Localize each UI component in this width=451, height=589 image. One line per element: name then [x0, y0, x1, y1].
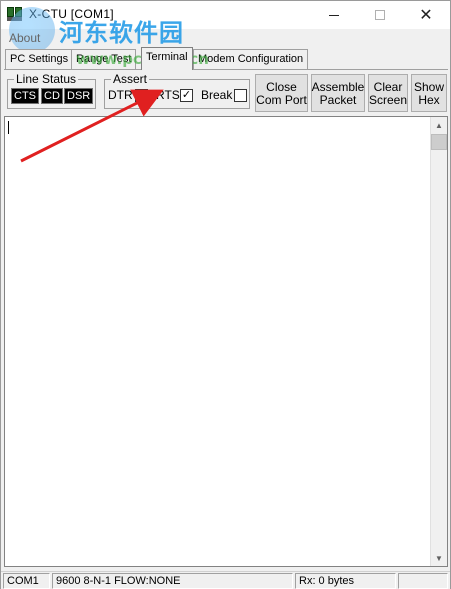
- scroll-down-icon[interactable]: ▼: [431, 550, 447, 566]
- close-com-port-button[interactable]: Close Com Port: [255, 74, 308, 112]
- rts-label: RTS: [156, 88, 180, 102]
- line-status-group: Line Status CTS CD DSR: [7, 72, 96, 109]
- tab-pc-settings[interactable]: PC Settings: [5, 49, 74, 69]
- assert-group: Assert DTR ✓ RTS ✓ Break: [104, 72, 250, 109]
- clear-screen-line1: Clear: [373, 79, 403, 94]
- assemble-packet-line1: Assemble: [311, 79, 365, 94]
- tab-divider: [4, 69, 448, 70]
- scroll-thumb[interactable]: [431, 134, 447, 150]
- scroll-up-icon[interactable]: ▲: [431, 117, 447, 133]
- status-rx: Rx: 0 bytes: [295, 573, 396, 589]
- close-icon: ✕: [419, 7, 433, 24]
- watermark-text: 河东软件园: [59, 19, 184, 47]
- assert-title: Assert: [111, 72, 150, 86]
- line-status-title: Line Status: [14, 72, 79, 86]
- break-checkbox[interactable]: [234, 89, 247, 102]
- status-extra: [398, 573, 448, 589]
- menu-about[interactable]: About: [9, 31, 40, 45]
- watermark-logo: [9, 7, 55, 53]
- close-com-port-line2: Com Port: [256, 92, 307, 107]
- show-hex-line1: Show: [413, 79, 445, 94]
- assemble-packet-line2: Packet: [319, 92, 357, 107]
- close-com-port-line1: Close: [266, 79, 297, 94]
- dsr-indicator: DSR: [64, 88, 94, 104]
- status-settings: 9600 8-N-1 FLOW:NONE: [52, 573, 293, 589]
- vertical-scrollbar[interactable]: ▲ ▼: [430, 117, 447, 566]
- minimize-icon: [329, 14, 339, 16]
- tab-terminal[interactable]: Terminal: [141, 47, 193, 70]
- maximize-icon: [375, 10, 385, 20]
- show-hex-line2: Hex: [418, 92, 440, 107]
- rts-checkbox[interactable]: ✓: [180, 89, 193, 102]
- clear-screen-line2: Screen: [368, 92, 408, 107]
- terminal-textarea[interactable]: ▲ ▼: [4, 116, 448, 567]
- xctu-window: X-CTU [COM1] ✕ 河东软件园 About PC Settings R…: [0, 0, 451, 589]
- clear-screen-button[interactable]: Clear Screen: [368, 74, 408, 112]
- close-button[interactable]: ✕: [403, 1, 449, 29]
- cts-indicator: CTS: [11, 88, 39, 104]
- break-label: Break: [201, 88, 233, 102]
- status-port: COM1: [3, 573, 50, 589]
- show-hex-button[interactable]: Show Hex: [411, 74, 447, 112]
- dtr-checkbox[interactable]: ✓: [135, 89, 148, 102]
- tab-modem-configuration[interactable]: Modem Configuration: [193, 49, 309, 69]
- status-bar: COM1 9600 8-N-1 FLOW:NONE Rx: 0 bytes: [1, 571, 450, 589]
- text-caret: [8, 121, 9, 134]
- dtr-label: DTR: [108, 88, 133, 102]
- assemble-packet-button[interactable]: Assemble Packet: [311, 74, 365, 112]
- cd-indicator: CD: [41, 88, 63, 104]
- minimize-button[interactable]: [311, 1, 357, 29]
- maximize-button[interactable]: [357, 1, 403, 29]
